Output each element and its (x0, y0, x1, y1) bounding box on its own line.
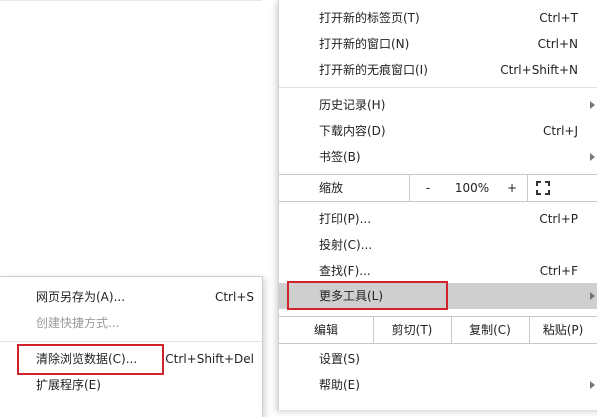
menu-new-incognito-label: 打开新的无痕窗口(I) (319, 63, 428, 77)
highlight-more-tools (287, 281, 448, 310)
cut-button[interactable]: 剪切(T) (373, 317, 452, 343)
clear-data-shortcut: Ctrl+Shift+Del (165, 352, 254, 366)
menu-new-incognito-shortcut: Ctrl+Shift+N (500, 63, 578, 77)
menu-print[interactable]: 打印(P)... Ctrl+P (279, 206, 597, 232)
chevron-right-icon (590, 381, 595, 389)
chevron-right-icon (590, 292, 595, 300)
menu-separator (279, 87, 597, 88)
menu-cast-label: 投射(C)... (319, 238, 373, 252)
save-page-shortcut: Ctrl+S (214, 290, 254, 304)
submenu-extensions[interactable]: 扩展程序(E) (0, 373, 262, 397)
menu-new-incognito-window[interactable]: 打开新的无痕窗口(I) Ctrl+Shift+N (279, 57, 597, 83)
chevron-right-icon (590, 153, 595, 161)
zoom-controls: - 100% + (409, 175, 528, 201)
menu-new-tab[interactable]: 打开新的标签页(T) Ctrl+T (279, 5, 597, 31)
submenu-separator (0, 341, 262, 342)
edit-label: 编辑 (313, 323, 338, 337)
fullscreen-icon[interactable] (536, 181, 550, 195)
edit-label-cell: 编辑 (279, 317, 374, 343)
menu-cast[interactable]: 投射(C)... (279, 232, 597, 258)
menu-new-window-shortcut: Ctrl+N (537, 37, 578, 51)
copy-label: 复制(C) (469, 323, 511, 337)
menu-help-label: 帮助(E) (319, 378, 360, 392)
menu-print-label: 打印(P)... (319, 212, 372, 226)
chevron-right-icon (590, 101, 595, 109)
menu-downloads-shortcut: Ctrl+J (543, 124, 578, 138)
page-top-border (0, 0, 262, 1)
chrome-main-menu: 打开新的标签页(T) Ctrl+T 打开新的窗口(N) Ctrl+N 打开新的无… (278, 0, 597, 410)
menu-history-label: 历史记录(H) (319, 98, 386, 112)
save-page-label: 网页另存为(A)... (36, 290, 126, 304)
highlight-clear-browsing-data (17, 344, 164, 375)
menu-new-tab-shortcut: Ctrl+T (539, 11, 578, 25)
menu-settings[interactable]: 设置(S) (279, 346, 597, 372)
menu-separator (279, 201, 597, 202)
edit-row: 编辑 剪切(T) 复制(C) 粘贴(P) (279, 316, 597, 344)
paste-button[interactable]: 粘贴(P) (529, 317, 597, 343)
zoom-level: 100% (454, 181, 490, 195)
menu-bookmarks[interactable]: 书签(B) (279, 144, 597, 170)
menu-find-shortcut: Ctrl+F (539, 264, 578, 278)
zoom-in-button[interactable]: + (500, 175, 524, 201)
paste-label: 粘贴(P) (542, 323, 584, 337)
submenu-create-shortcut: 创建快捷方式... (0, 311, 262, 335)
menu-help[interactable]: 帮助(E) (279, 372, 597, 398)
create-shortcut-label: 创建快捷方式... (36, 316, 120, 330)
cut-label: 剪切(T) (391, 323, 433, 337)
copy-button[interactable]: 复制(C) (451, 317, 530, 343)
menu-downloads-label: 下载内容(D) (319, 124, 386, 138)
zoom-out-button[interactable]: - (416, 175, 440, 201)
menu-history[interactable]: 历史记录(H) (279, 92, 597, 118)
submenu-save-page[interactable]: 网页另存为(A)... Ctrl+S (0, 285, 262, 309)
zoom-label: 缩放 (319, 181, 344, 195)
menu-bookmarks-label: 书签(B) (319, 150, 361, 164)
zoom-row: 缩放 - 100% + (279, 175, 597, 201)
menu-new-window-label: 打开新的窗口(N) (319, 37, 410, 51)
menu-new-window[interactable]: 打开新的窗口(N) Ctrl+N (279, 31, 597, 57)
extensions-label: 扩展程序(E) (36, 378, 101, 392)
menu-settings-label: 设置(S) (319, 352, 360, 366)
menu-downloads[interactable]: 下载内容(D) Ctrl+J (279, 118, 597, 144)
menu-print-shortcut: Ctrl+P (539, 212, 578, 226)
menu-new-tab-label: 打开新的标签页(T) (319, 11, 420, 25)
